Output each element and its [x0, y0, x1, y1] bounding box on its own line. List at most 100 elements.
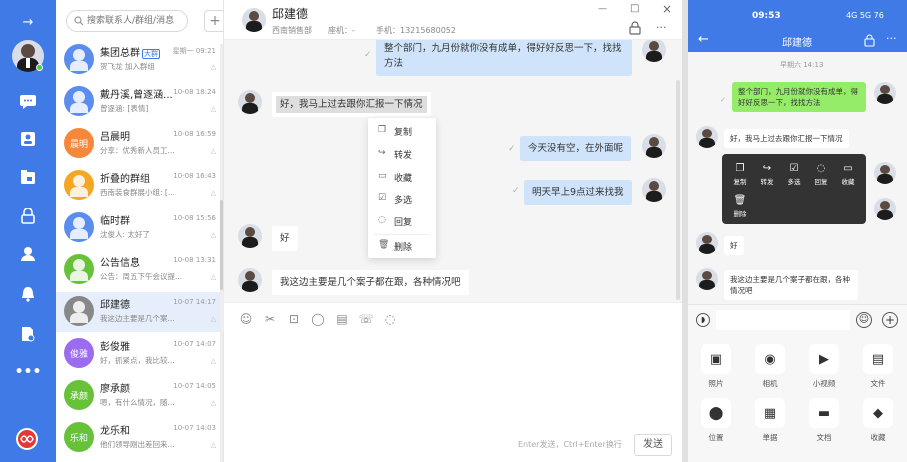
chat-icon[interactable]: ◯ [310, 311, 326, 327]
plus-icon[interactable]: + [882, 312, 898, 328]
message-bubble-out[interactable]: 明天早上9点过来找我 [524, 180, 632, 205]
phone-action-multiselect[interactable]: ☑ 多选 [782, 162, 806, 186]
emoji-icon[interactable]: ☺ [238, 311, 254, 327]
chat-scrollbar-thumb[interactable] [676, 80, 680, 300]
contact-name: 邱建德 [272, 7, 309, 21]
phone-self-avatar[interactable] [874, 198, 896, 220]
conversation-preview: 他们领导刚出差回来... [100, 440, 175, 449]
contact-avatar[interactable] [242, 8, 266, 32]
conversation-item[interactable]: 折叠的群组 10-08 16:43 西南装食群展小组: [... △ [56, 166, 224, 206]
contact-avatar-small[interactable] [238, 268, 262, 292]
close-button[interactable]: × [662, 2, 672, 16]
message-bubble-in-selected[interactable]: 好，我马上过去跟你汇报一下情况 [272, 92, 431, 117]
attach-document[interactable]: ▬ 文档 [804, 398, 844, 443]
maximize-button[interactable]: □ [630, 3, 639, 14]
phone-action-copy[interactable]: ❐ 复制 [728, 162, 752, 186]
emoji-icon[interactable]: ☺ [856, 312, 872, 328]
app-logo-icon[interactable] [16, 428, 38, 450]
conversation-item[interactable]: 公告信息 10-08 13:31 公告：周五下午会议提... △ [56, 250, 224, 290]
conversation-item[interactable]: 乐和 龙乐和 10-07 14:03 他们领导刚出差回来... △ [56, 418, 224, 458]
menu-item-favorite[interactable]: ▭ 收藏 [368, 168, 436, 188]
input-toolbar: ☺ ✂ ⊡ ◯ ▤ ☏ ◌ [224, 302, 682, 332]
self-avatar-small[interactable] [642, 40, 666, 62]
attach-favorite[interactable]: ◆ 收藏 [858, 398, 898, 443]
phone-message-in[interactable]: 好，我马上过去跟你汇报一下情况 [724, 129, 849, 148]
phone-action-favorite[interactable]: ▭ 收藏 [836, 162, 860, 186]
message-bubble-in[interactable]: 好 [272, 226, 298, 251]
phone-message-in[interactable]: 我这边主要是几个案子都在跟，各种情况吧 [724, 270, 858, 300]
send-button[interactable]: 发送 [634, 434, 672, 456]
attach-photo[interactable]: ▣ 照片 [696, 344, 736, 389]
conversation-time: 星期一 09:21 [172, 47, 216, 55]
expand-arrow-icon[interactable]: → [16, 10, 40, 34]
phone-lock-icon[interactable] [864, 34, 875, 47]
message-bubble-out[interactable]: 整个部门，九月份就你没有成单，得好好反思一下，找找方法 [376, 40, 632, 76]
conversation-preview: 我这边主要是几个案... [100, 314, 175, 323]
more-options-icon[interactable]: ··· [656, 21, 667, 34]
phone-text-input[interactable] [716, 310, 850, 330]
message-bubble-in[interactable]: 我这边主要是几个案子都在跟，各种情况吧 [272, 270, 469, 295]
folder-icon[interactable]: ⊡ [286, 311, 302, 327]
menu-item-delete[interactable]: 🗑 删除 [368, 237, 436, 257]
conversation-item[interactable]: 集团总群 大群 星期一 09:21 贺飞龙 加入群组 △ [56, 40, 224, 80]
search-box[interactable] [66, 10, 188, 32]
video-icon: ▶ [809, 344, 839, 374]
self-avatar-small[interactable] [642, 134, 666, 158]
conversation-item[interactable]: 晨明 吕晨明 10-08 16:59 分享：优秀新人员工... △ [56, 124, 224, 164]
attach-location[interactable]: ⬤ 位置 [696, 398, 736, 443]
phone-action-forward[interactable]: ↪ 转发 [755, 162, 779, 186]
phone-self-avatar[interactable] [874, 82, 896, 104]
conversation-item[interactable]: 俊雅 彭俊雅 10-07 14:07 好，抓紧点，我比较... △ [56, 334, 224, 374]
search-input[interactable] [87, 14, 185, 28]
attach-camera[interactable]: ◉ 相机 [750, 344, 790, 389]
document-icon[interactable]: ▤ [334, 311, 350, 327]
phone-self-avatar[interactable] [874, 162, 896, 184]
scissors-icon[interactable]: ✂ [262, 311, 278, 327]
more-dots-icon[interactable]: ••• [15, 360, 42, 384]
phone-contact-avatar[interactable] [696, 268, 718, 290]
bell-icon[interactable] [16, 282, 40, 306]
phone-back-icon[interactable]: ← [698, 32, 709, 47]
menu-item-forward[interactable]: ↪ 转发 [368, 145, 436, 165]
message-bubble-out[interactable]: 今天没有空，在外面呢 [520, 136, 632, 161]
menu-item-multiselect[interactable]: ☑ 多选 [368, 190, 436, 210]
phone-message-out[interactable]: 整个部门，九月份就你没有成单，得好好反思一下，找找方法 [732, 82, 866, 112]
conversation-time: 10-08 13:31 [173, 256, 216, 264]
menu-item-reply[interactable]: ◌ 回复 [368, 212, 436, 232]
lock-icon[interactable] [16, 204, 40, 228]
file-icon: ▤ [863, 344, 893, 374]
contact-avatar-small[interactable] [238, 224, 262, 248]
phone-contact-avatar[interactable] [696, 126, 718, 148]
chat-bubble-icon[interactable] [16, 90, 40, 114]
document-settings-icon[interactable] [16, 322, 40, 346]
message-input-area[interactable]: Enter发送，Ctrl+Enter换行 发送 [224, 332, 682, 462]
phone-message-in[interactable]: 好 [724, 236, 744, 255]
phone-action-reply[interactable]: ◌ 回复 [809, 162, 833, 186]
add-button[interactable]: + [204, 10, 226, 32]
mute-bell-icon: △ [210, 231, 216, 239]
conversation-item[interactable]: 临时群 10-08 15:56 沈俊人: 太好了 △ [56, 208, 224, 248]
user-icon[interactable] [16, 242, 40, 266]
self-avatar-small[interactable] [642, 178, 666, 202]
attach-video[interactable]: ▶ 小视频 [804, 344, 844, 389]
comment-icon[interactable]: ◌ [382, 311, 398, 327]
menu-item-copy[interactable]: ❐ 复制 [368, 122, 436, 142]
conversation-avatar [64, 44, 94, 74]
phone-action-delete[interactable]: 🗑 删除 [728, 194, 752, 218]
list-scrollbar-thumb[interactable] [220, 200, 223, 290]
minimize-button[interactable]: — [598, 4, 607, 14]
lock-icon[interactable] [629, 21, 641, 35]
calendar-folder-icon[interactable] [16, 165, 40, 189]
contacts-card-icon[interactable] [16, 127, 40, 151]
voice-icon[interactable]: ◗ [696, 313, 710, 327]
contact-avatar-small[interactable] [238, 90, 262, 114]
trash-icon: 🗑 [733, 195, 747, 206]
phone-contact-avatar[interactable] [696, 232, 718, 254]
phone-call-icon[interactable]: ☏ [358, 311, 374, 327]
conversation-item[interactable]: 邱建德 10-07 14:17 我这边主要是几个案... △ [56, 292, 224, 332]
conversation-item[interactable]: 戴丹溪,曾逐涵... 10-08 18:24 曾逐涵: [表情] △ [56, 82, 224, 122]
conversation-item[interactable]: 承颜 廖承颜 10-07 14:05 嗯，有什么情况，随... △ [56, 376, 224, 416]
phone-more-icon[interactable]: ··· [886, 32, 897, 45]
attach-file[interactable]: ▤ 文件 [858, 344, 898, 389]
attach-form[interactable]: ▦ 单据 [750, 398, 790, 443]
